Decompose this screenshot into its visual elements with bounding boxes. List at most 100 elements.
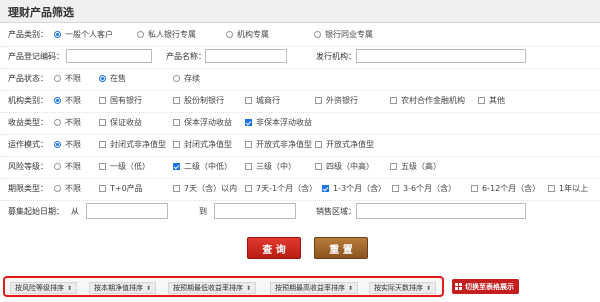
checkbox-icon[interactable]: [548, 185, 555, 192]
radio-icon[interactable]: [54, 163, 61, 170]
operation-option-open-non-nav[interactable]: 开放式非净值型: [245, 139, 312, 150]
term-option-6m-12m[interactable]: 6-12个月（含）: [471, 183, 540, 194]
checkbox-icon[interactable]: [315, 141, 322, 148]
checkbox-checked-icon[interactable]: [322, 185, 329, 192]
checkbox-checked-icon[interactable]: [245, 119, 252, 126]
risk-option-any[interactable]: 不限: [54, 161, 81, 172]
sort-by-days-button[interactable]: 按实际天数排序 ⬍: [369, 282, 437, 294]
checkbox-icon[interactable]: [99, 97, 106, 104]
term-option-1m-3m[interactable]: 1-3个月（含）: [322, 183, 386, 194]
radio-selected-icon[interactable]: [54, 141, 61, 148]
institution-option-joint-stock[interactable]: 股份制银行: [173, 95, 224, 106]
term-option-3m-6m[interactable]: 3-6个月（含）: [392, 183, 456, 194]
institution-option-state[interactable]: 国有银行: [99, 95, 142, 106]
checkbox-checked-icon[interactable]: [173, 163, 180, 170]
product-type-option-institution[interactable]: 机构专属: [226, 29, 269, 40]
product-code-label: 产品登记编码：: [8, 52, 64, 61]
issuer-input[interactable]: [356, 49, 526, 63]
product-code-input[interactable]: [66, 49, 152, 63]
sort-arrow-icon: ⬍: [426, 284, 432, 292]
checkbox-icon[interactable]: [99, 185, 106, 192]
product-type-label: 产品类别：: [8, 30, 48, 39]
income-option-guaranteed[interactable]: 保证收益: [99, 117, 142, 128]
title-bar: 理财产品筛选: [0, 0, 600, 23]
risk-option-level5[interactable]: 五级（高）: [390, 161, 441, 172]
sales-area-input[interactable]: [356, 203, 526, 219]
sort-by-nav-button[interactable]: 按本期净值排序 ⬍: [89, 282, 157, 294]
checkbox-icon[interactable]: [471, 185, 478, 192]
term-option-7d-1m[interactable]: 7天-1个月（含）: [245, 183, 317, 194]
checkbox-icon[interactable]: [392, 185, 399, 192]
institution-option-rural[interactable]: 农村合作金融机构: [390, 95, 465, 106]
institution-option-other[interactable]: 其他: [478, 95, 505, 106]
status-option-existing[interactable]: 存续: [173, 73, 200, 84]
checkbox-icon[interactable]: [99, 163, 106, 170]
checkbox-icon[interactable]: [390, 163, 397, 170]
checkbox-icon[interactable]: [173, 141, 180, 148]
checkbox-icon[interactable]: [245, 141, 252, 148]
checkbox-icon[interactable]: [245, 97, 252, 104]
sort-arrow-icon: ⬍: [146, 284, 152, 292]
sort-by-max-yield-button[interactable]: 按预期最高收益率排序 ⬍: [270, 282, 359, 294]
raise-from-input[interactable]: [86, 203, 168, 219]
operation-option-open-nav[interactable]: 开放式净值型: [315, 139, 374, 150]
code-row: 产品登记编码： 产品名称： 发行机构：: [0, 46, 600, 69]
institution-option-any[interactable]: 不限: [54, 95, 81, 106]
risk-option-level1[interactable]: 一级（低）: [99, 161, 150, 172]
radio-icon[interactable]: [226, 31, 233, 38]
radio-selected-icon[interactable]: [54, 97, 61, 104]
reset-button[interactable]: 重 置: [314, 237, 368, 259]
operation-option-closed-nav[interactable]: 封闭式净值型: [173, 139, 232, 150]
checkbox-icon[interactable]: [315, 163, 322, 170]
radio-selected-icon[interactable]: [54, 31, 61, 38]
product-type-option-private[interactable]: 私人银行专属: [137, 29, 196, 40]
term-option-7d[interactable]: 7天（含）以内: [173, 183, 237, 194]
operation-label: 运作模式：: [8, 140, 48, 149]
product-type-option-retail[interactable]: 一般个人客户: [54, 29, 113, 40]
checkbox-icon[interactable]: [99, 119, 106, 126]
status-label: 产品状态：: [8, 74, 48, 83]
sort-by-min-yield-button[interactable]: 按预期最低收益率排序 ⬍: [168, 282, 257, 294]
term-option-1y-plus[interactable]: 1年以上: [548, 183, 588, 194]
radio-icon[interactable]: [314, 31, 321, 38]
term-option-any[interactable]: 不限: [54, 183, 81, 194]
institution-option-foreign[interactable]: 外资银行: [315, 95, 358, 106]
checkbox-icon[interactable]: [99, 141, 106, 148]
institution-option-city[interactable]: 城商行: [245, 95, 280, 106]
term-option-t0[interactable]: T+0产品: [99, 183, 143, 194]
checkbox-icon[interactable]: [478, 97, 485, 104]
checkbox-icon[interactable]: [315, 97, 322, 104]
risk-option-level3[interactable]: 三级（中）: [245, 161, 296, 172]
product-type-option-interbank[interactable]: 银行同业专属: [314, 29, 373, 40]
raise-to-input[interactable]: [214, 203, 296, 219]
risk-label: 风险等级：: [8, 162, 48, 171]
income-option-non-principal-floating[interactable]: 非保本浮动收益: [245, 117, 312, 128]
checkbox-icon[interactable]: [173, 185, 180, 192]
radio-icon[interactable]: [54, 119, 61, 126]
risk-option-level4[interactable]: 四级（中高）: [315, 161, 374, 172]
radio-selected-icon[interactable]: [99, 75, 106, 82]
checkbox-icon[interactable]: [245, 163, 252, 170]
risk-row: 风险等级： 不限 一级（低） 二级（中低） 三级（中） 四级（中高） 五级（高）: [0, 156, 600, 179]
status-option-any[interactable]: 不限: [54, 73, 81, 84]
radio-icon[interactable]: [54, 185, 61, 192]
switch-to-table-button[interactable]: 切换至表格展示: [452, 279, 519, 294]
checkbox-icon[interactable]: [173, 119, 180, 126]
radio-icon[interactable]: [54, 75, 61, 82]
checkbox-icon[interactable]: [173, 97, 180, 104]
income-option-principal-floating[interactable]: 保本浮动收益: [173, 117, 232, 128]
sort-by-risk-button[interactable]: 按风险等级排序 ⬍: [10, 282, 78, 294]
radio-icon[interactable]: [137, 31, 144, 38]
product-type-row: 产品类别： 一般个人客户 私人银行专属 机构专属 银行同业专属: [0, 24, 600, 47]
operation-row: 运作模式： 不限 封闭式非净值型 封闭式净值型 开放式非净值型 开放式净值型: [0, 134, 600, 157]
checkbox-icon[interactable]: [390, 97, 397, 104]
product-name-input[interactable]: [205, 49, 287, 63]
operation-option-closed-non-nav[interactable]: 封闭式非净值型: [99, 139, 166, 150]
income-option-any[interactable]: 不限: [54, 117, 81, 128]
query-button[interactable]: 查 询: [247, 237, 301, 259]
risk-option-level2[interactable]: 二级（中低）: [173, 161, 232, 172]
checkbox-icon[interactable]: [245, 185, 252, 192]
status-option-on-sale[interactable]: 在售: [99, 73, 126, 84]
radio-icon[interactable]: [173, 75, 180, 82]
operation-option-any[interactable]: 不限: [54, 139, 81, 150]
